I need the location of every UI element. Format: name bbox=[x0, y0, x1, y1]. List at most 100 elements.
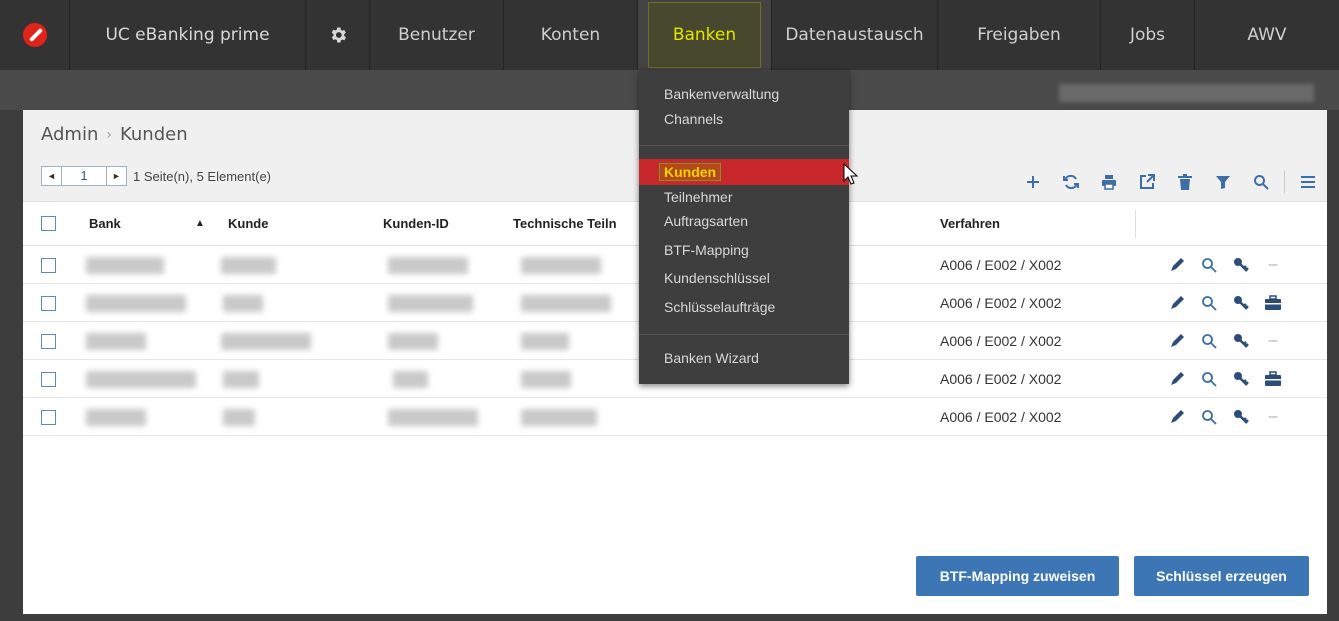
plus-icon[interactable] bbox=[1014, 170, 1052, 194]
row-checkbox[interactable] bbox=[41, 410, 56, 425]
banken-dropdown-menu: Bankenverwaltung Channels Kunden Teilneh… bbox=[639, 70, 849, 384]
breadcrumb-admin[interactable]: Admin bbox=[41, 124, 98, 145]
menu-item-kunden[interactable]: Kunden bbox=[639, 159, 849, 185]
app-title[interactable]: UC eBanking prime bbox=[70, 0, 306, 70]
mouse-cursor-icon bbox=[843, 163, 859, 185]
breadcrumb-current: Kunden bbox=[119, 124, 188, 145]
menu-item-kundenschluessel[interactable]: Kundenschlüssel bbox=[639, 267, 849, 289]
column-header-verfahren[interactable]: Verfahren bbox=[940, 216, 1000, 231]
row-checkbox[interactable] bbox=[41, 258, 56, 273]
pager-info: 1 Seite(n), 5 Element(e) bbox=[133, 168, 272, 184]
settings-button[interactable] bbox=[306, 0, 370, 70]
menu-item-btf-mapping[interactable]: BTF-Mapping bbox=[639, 239, 849, 261]
search-icon[interactable] bbox=[1193, 253, 1225, 277]
menu-item-teilnehmer[interactable]: Teilnehmer bbox=[639, 186, 849, 208]
key-icon[interactable] bbox=[1225, 405, 1257, 429]
no-briefcase-dash-icon: – bbox=[1268, 332, 1278, 349]
no-briefcase-dash-icon: – bbox=[1268, 256, 1278, 273]
menu-item-schluesselauftraege[interactable]: Schlüsselaufträge bbox=[639, 296, 849, 318]
column-header-technische-teilnehmer[interactable]: Technische Teiln bbox=[513, 216, 617, 231]
key-icon[interactable] bbox=[1225, 291, 1257, 315]
toolbar-divider bbox=[1284, 171, 1285, 193]
next-page-button[interactable]: ► bbox=[106, 167, 126, 185]
nav-item-benutzer[interactable]: Benutzer bbox=[370, 0, 504, 70]
edit-pencil-icon[interactable] bbox=[1161, 367, 1193, 391]
menu-item-auftragsarten[interactable]: Auftragsarten bbox=[639, 210, 849, 232]
briefcase-icon[interactable] bbox=[1257, 367, 1289, 391]
redacted-cell bbox=[388, 333, 438, 350]
key-icon[interactable] bbox=[1225, 329, 1257, 353]
nav-item-awv[interactable]: AWV bbox=[1195, 0, 1339, 70]
pager-control: ◄ 1 ► bbox=[41, 166, 127, 186]
menu-item-bankenverwaltung[interactable]: Bankenverwaltung bbox=[639, 83, 849, 105]
menu-item-banken-wizard[interactable]: Banken Wizard bbox=[639, 347, 849, 369]
nav-item-freigaben[interactable]: Freigaben bbox=[938, 0, 1101, 70]
print-icon[interactable] bbox=[1090, 170, 1128, 194]
row-actions: – bbox=[1161, 405, 1289, 429]
table-row[interactable]: A006 / E002 / X002 – bbox=[23, 399, 1327, 436]
key-icon[interactable] bbox=[1225, 253, 1257, 277]
column-header-kunde[interactable]: Kunde bbox=[228, 216, 268, 231]
column-header-bank[interactable]: Bank bbox=[89, 216, 121, 231]
redacted-cell bbox=[221, 257, 276, 274]
redacted-cell bbox=[521, 371, 571, 388]
redacted-cell bbox=[223, 409, 255, 426]
nav-item-konten[interactable]: Konten bbox=[504, 0, 638, 70]
redacted-cell bbox=[388, 409, 478, 426]
menu-item-channels[interactable]: Channels bbox=[639, 108, 849, 130]
edit-pencil-icon[interactable] bbox=[1161, 329, 1193, 353]
redacted-cell bbox=[86, 409, 146, 426]
row-actions: – bbox=[1161, 253, 1289, 277]
redacted-cell bbox=[86, 371, 196, 388]
row-checkbox[interactable] bbox=[41, 296, 56, 311]
nav-item-jobs[interactable]: Jobs bbox=[1101, 0, 1195, 70]
search-icon[interactable] bbox=[1193, 405, 1225, 429]
refresh-icon[interactable] bbox=[1052, 170, 1090, 194]
export-icon[interactable] bbox=[1128, 170, 1166, 194]
redacted-cell bbox=[521, 409, 597, 426]
nav-item-banken[interactable]: Banken bbox=[638, 0, 772, 70]
edit-pencil-icon[interactable] bbox=[1161, 405, 1193, 429]
redacted-cell bbox=[521, 333, 569, 350]
no-briefcase-dash-icon: – bbox=[1268, 408, 1278, 425]
search-icon[interactable] bbox=[1193, 291, 1225, 315]
trash-icon[interactable] bbox=[1166, 170, 1204, 194]
redacted-cell bbox=[86, 295, 186, 312]
briefcase-icon[interactable] bbox=[1257, 291, 1289, 315]
verfahren-cell: A006 / E002 / X002 bbox=[940, 257, 1062, 273]
nav-item-datenaustausch[interactable]: Datenaustausch bbox=[772, 0, 938, 70]
menu-divider bbox=[639, 334, 849, 335]
pager: ◄ 1 ► 1 Seite(n), 5 Element(e) bbox=[41, 166, 271, 186]
row-checkbox[interactable] bbox=[41, 334, 56, 349]
verfahren-cell: A006 / E002 / X002 bbox=[940, 295, 1062, 311]
redacted-cell bbox=[86, 333, 146, 350]
row-actions bbox=[1161, 367, 1289, 391]
top-navigation: UC eBanking prime Benutzer Konten Banken… bbox=[0, 0, 1339, 70]
btf-mapping-assign-button[interactable]: BTF-Mapping zuweisen bbox=[916, 556, 1119, 596]
hamburger-icon[interactable] bbox=[1289, 170, 1327, 194]
sort-asc-icon[interactable]: ▲ bbox=[195, 218, 205, 229]
prev-page-button[interactable]: ◄ bbox=[42, 167, 62, 185]
redacted-cell bbox=[388, 295, 473, 312]
redacted-cell bbox=[388, 257, 468, 274]
select-all-checkbox[interactable] bbox=[41, 216, 56, 231]
search-icon[interactable] bbox=[1193, 329, 1225, 353]
edit-pencil-icon[interactable] bbox=[1161, 253, 1193, 277]
verfahren-cell: A006 / E002 / X002 bbox=[940, 371, 1062, 387]
key-icon[interactable] bbox=[1225, 367, 1257, 391]
page-number-input[interactable]: 1 bbox=[62, 167, 106, 185]
search-icon[interactable] bbox=[1193, 367, 1225, 391]
row-checkbox[interactable] bbox=[41, 372, 56, 387]
redacted-cell bbox=[223, 371, 259, 388]
logo[interactable] bbox=[0, 0, 70, 70]
verfahren-cell: A006 / E002 / X002 bbox=[940, 333, 1062, 349]
search-icon[interactable] bbox=[1242, 170, 1280, 194]
filter-icon[interactable] bbox=[1204, 170, 1242, 194]
row-actions: – bbox=[1161, 329, 1289, 353]
generate-key-button[interactable]: Schlüssel erzeugen bbox=[1134, 556, 1309, 596]
redacted-cell bbox=[86, 257, 164, 274]
column-header-kunden-id[interactable]: Kunden-ID bbox=[383, 216, 449, 231]
breadcrumb: Admin › Kunden bbox=[41, 124, 188, 145]
edit-pencil-icon[interactable] bbox=[1161, 291, 1193, 315]
toolbar bbox=[1014, 170, 1327, 194]
